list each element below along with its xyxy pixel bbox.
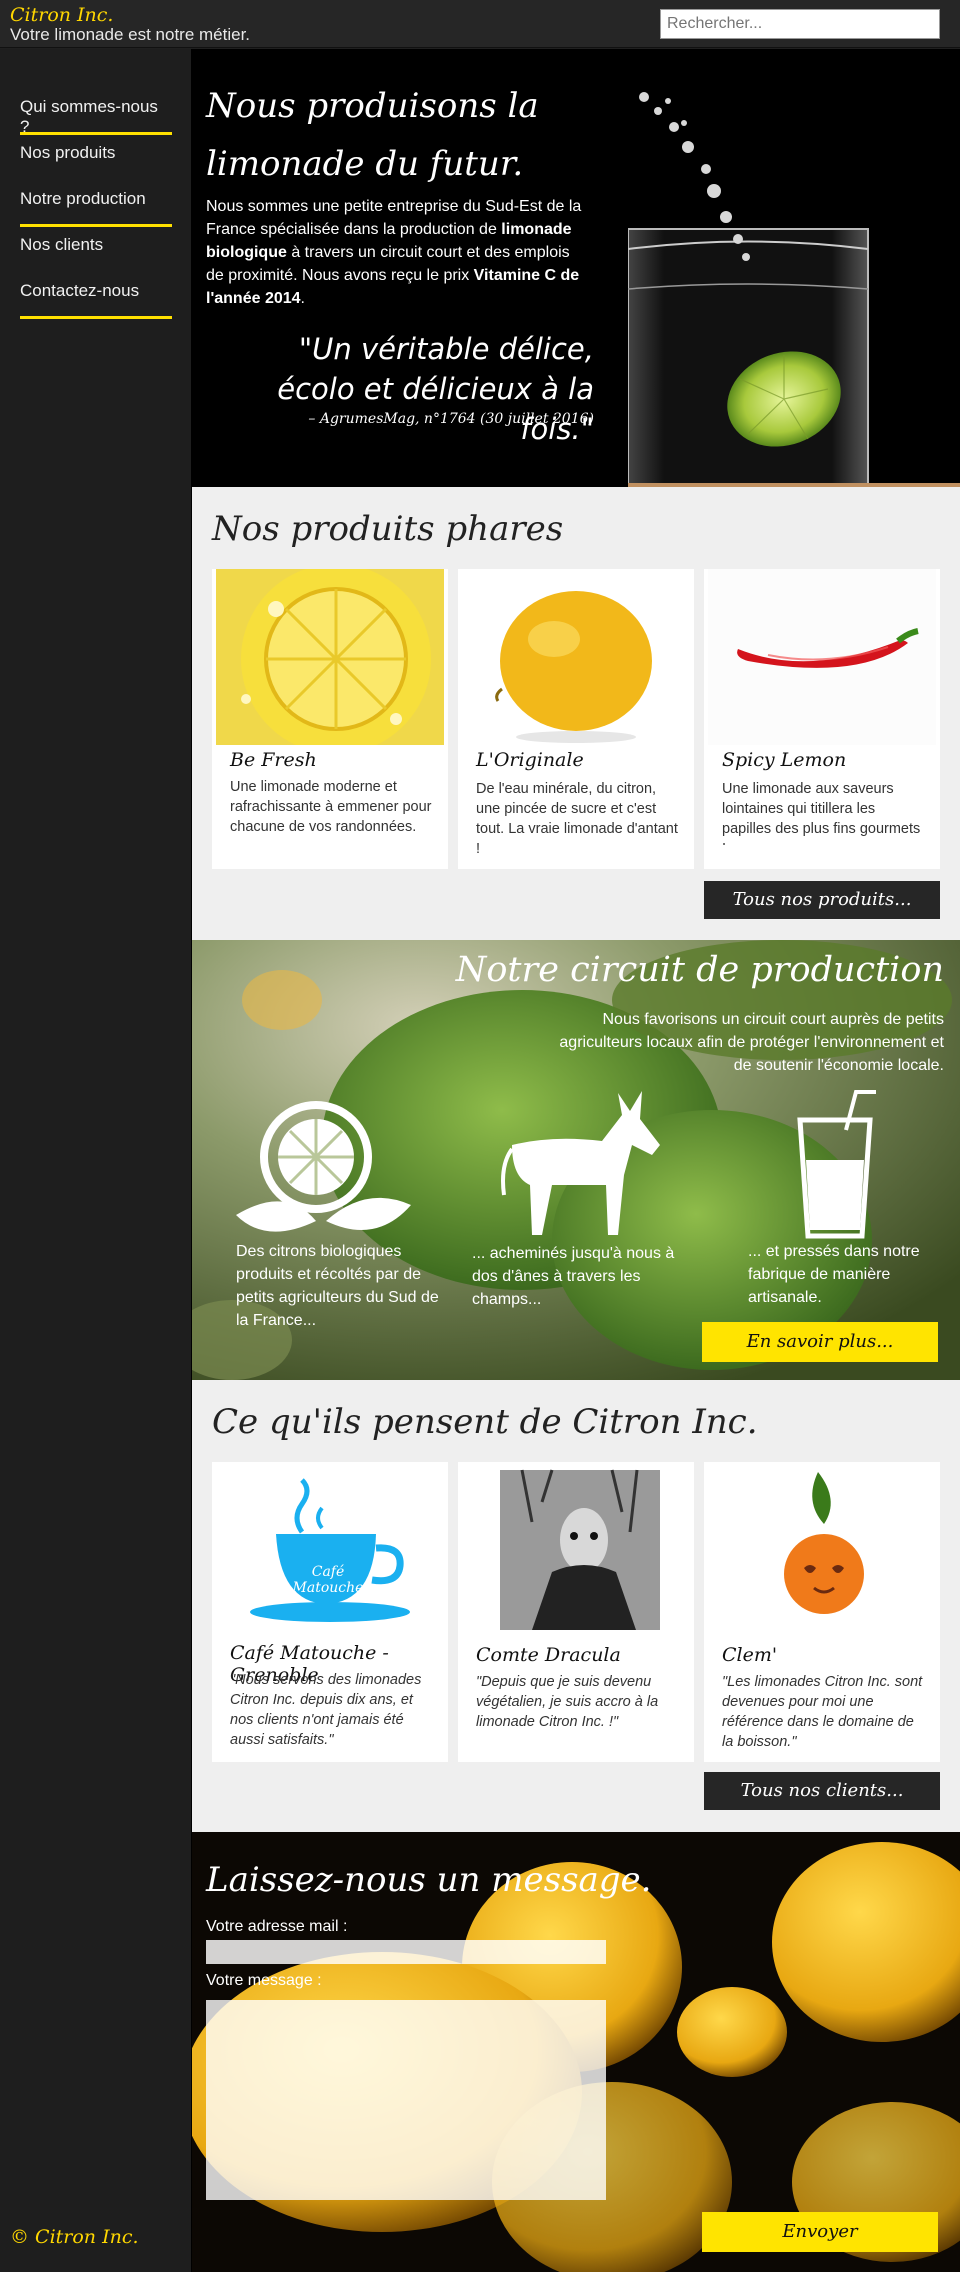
sidebar-item-about[interactable]: Qui sommes-nous ? — [20, 89, 172, 136]
sidebar-item-products[interactable]: Nos produits — [20, 135, 172, 181]
sidebar-item-clients[interactable]: Nos clients — [20, 227, 172, 273]
email-label: Votre adresse mail : — [206, 1918, 348, 1935]
client-card: Clem' "Les limonades Citron Inc. sont de… — [704, 1462, 940, 1762]
products-title: Nos produits phares — [212, 509, 564, 549]
product-description: Une limonade moderne et rafrachissante à… — [230, 779, 432, 835]
cafe-matouche-logo — [216, 1462, 444, 1638]
hero-quote-source: – AgrumesMag, n°1764 (30 juillet 2016) — [308, 411, 594, 427]
learn-more-button[interactable]: En savoir plus... — [702, 1322, 938, 1362]
client-testimonial: "Nous servons des limonades Citron Inc. … — [230, 1672, 422, 1748]
production-step-text: ... et pressés dans notre fabrique de ma… — [748, 1243, 920, 1306]
client-card: Café Matouche Café Matouche - Grenoble "… — [212, 1462, 448, 1762]
lemon-image — [462, 569, 690, 745]
production-step-text: Des citrons biologiques produits et réco… — [236, 1243, 439, 1329]
message-textarea[interactable] — [206, 2000, 606, 2200]
glass-icon — [797, 1090, 876, 1239]
contact-title: Laissez-nous un message. — [206, 1860, 652, 1900]
client-testimonial: "Depuis que je suis devenu végétalien, j… — [476, 1674, 659, 1730]
hero-title: Nous produisons la limonade du futur. — [206, 86, 539, 184]
product-name: Be Fresh — [230, 749, 317, 771]
products-section: Nos produits phares Be Fresh Une limonad… — [192, 487, 960, 940]
email-field[interactable] — [206, 1940, 606, 1964]
clementine-character-image — [708, 1462, 936, 1638]
donkey-icon — [501, 1091, 660, 1235]
brand-logo[interactable]: Citron Inc. — [10, 4, 113, 26]
lemon-icon — [236, 1101, 411, 1232]
client-testimonial: "Les limonades Citron Inc. sont devenues… — [722, 1674, 923, 1750]
production-section: Notre circuit de production Nous favoris… — [192, 940, 960, 1380]
send-button[interactable]: Envoyer — [702, 2212, 938, 2252]
product-description: De l'eau minérale, du citron, une pincée… — [476, 781, 678, 857]
hero-text-part: . — [300, 290, 305, 307]
sidebar: Qui sommes-nous ? Nos produits Notre pro… — [0, 49, 192, 2272]
client-name: Comte Dracula — [476, 1644, 621, 1666]
product-card[interactable]: Be Fresh Une limonade moderne et rafrach… — [212, 569, 448, 869]
top-bar: Citron Inc. Votre limonade est notre mét… — [0, 0, 960, 48]
hero-description: Nous sommes une petite entreprise du Sud… — [206, 195, 586, 310]
product-name: Spicy Lemon — [722, 749, 847, 771]
tagline: Votre limonade est notre métier. — [10, 25, 251, 44]
production-title: Notre circuit de production — [455, 950, 944, 990]
search-input[interactable] — [660, 9, 940, 39]
message-label: Votre message : — [206, 1972, 322, 1989]
client-name: Clem' — [722, 1644, 778, 1666]
product-card[interactable]: L'Originale De l'eau minérale, du citron… — [458, 569, 694, 869]
hero-quote: "Un véritable délice, écolo et délicieux… — [277, 332, 594, 446]
sidebar-item-contact[interactable]: Contactez-nous — [20, 273, 172, 319]
dracula-portrait — [462, 1462, 690, 1638]
production-step-text: ... acheminés jusqu'à nous à dos d'ânes … — [472, 1245, 675, 1308]
contact-section: Laissez-nous un message. Votre adresse m… — [192, 1832, 960, 2272]
glass-splash-image — [628, 92, 960, 487]
footer-copyright: © Citron Inc. — [10, 2226, 139, 2248]
hero-section: Nous produisons la limonade du futur. No… — [192, 49, 960, 487]
product-name: L'Originale — [476, 749, 584, 771]
production-description: Nous favorisons un circuit court auprès … — [559, 1011, 944, 1074]
lemon-slice-image — [216, 569, 444, 745]
cafe-logo-text: Café Matouche — [292, 1564, 364, 1596]
all-clients-button[interactable]: Tous nos clients... — [704, 1772, 940, 1810]
chili-pepper-image — [708, 569, 936, 745]
clients-title: Ce qu'ils pensent de Citron Inc. — [212, 1402, 758, 1442]
product-card[interactable]: Spicy Lemon Une limonade aux saveurs loi… — [704, 569, 940, 869]
client-card: Comte Dracula "Depuis que je suis devenu… — [458, 1462, 694, 1762]
product-description: Une limonade aux saveurs lointaines qui … — [722, 781, 921, 845]
clients-section: Ce qu'ils pensent de Citron Inc. Café Ma… — [192, 1380, 960, 1832]
all-products-button[interactable]: Tous nos produits... — [704, 881, 940, 919]
sidebar-item-production[interactable]: Notre production — [20, 181, 172, 227]
sidebar-nav: Qui sommes-nous ? Nos produits Notre pro… — [20, 89, 172, 319]
